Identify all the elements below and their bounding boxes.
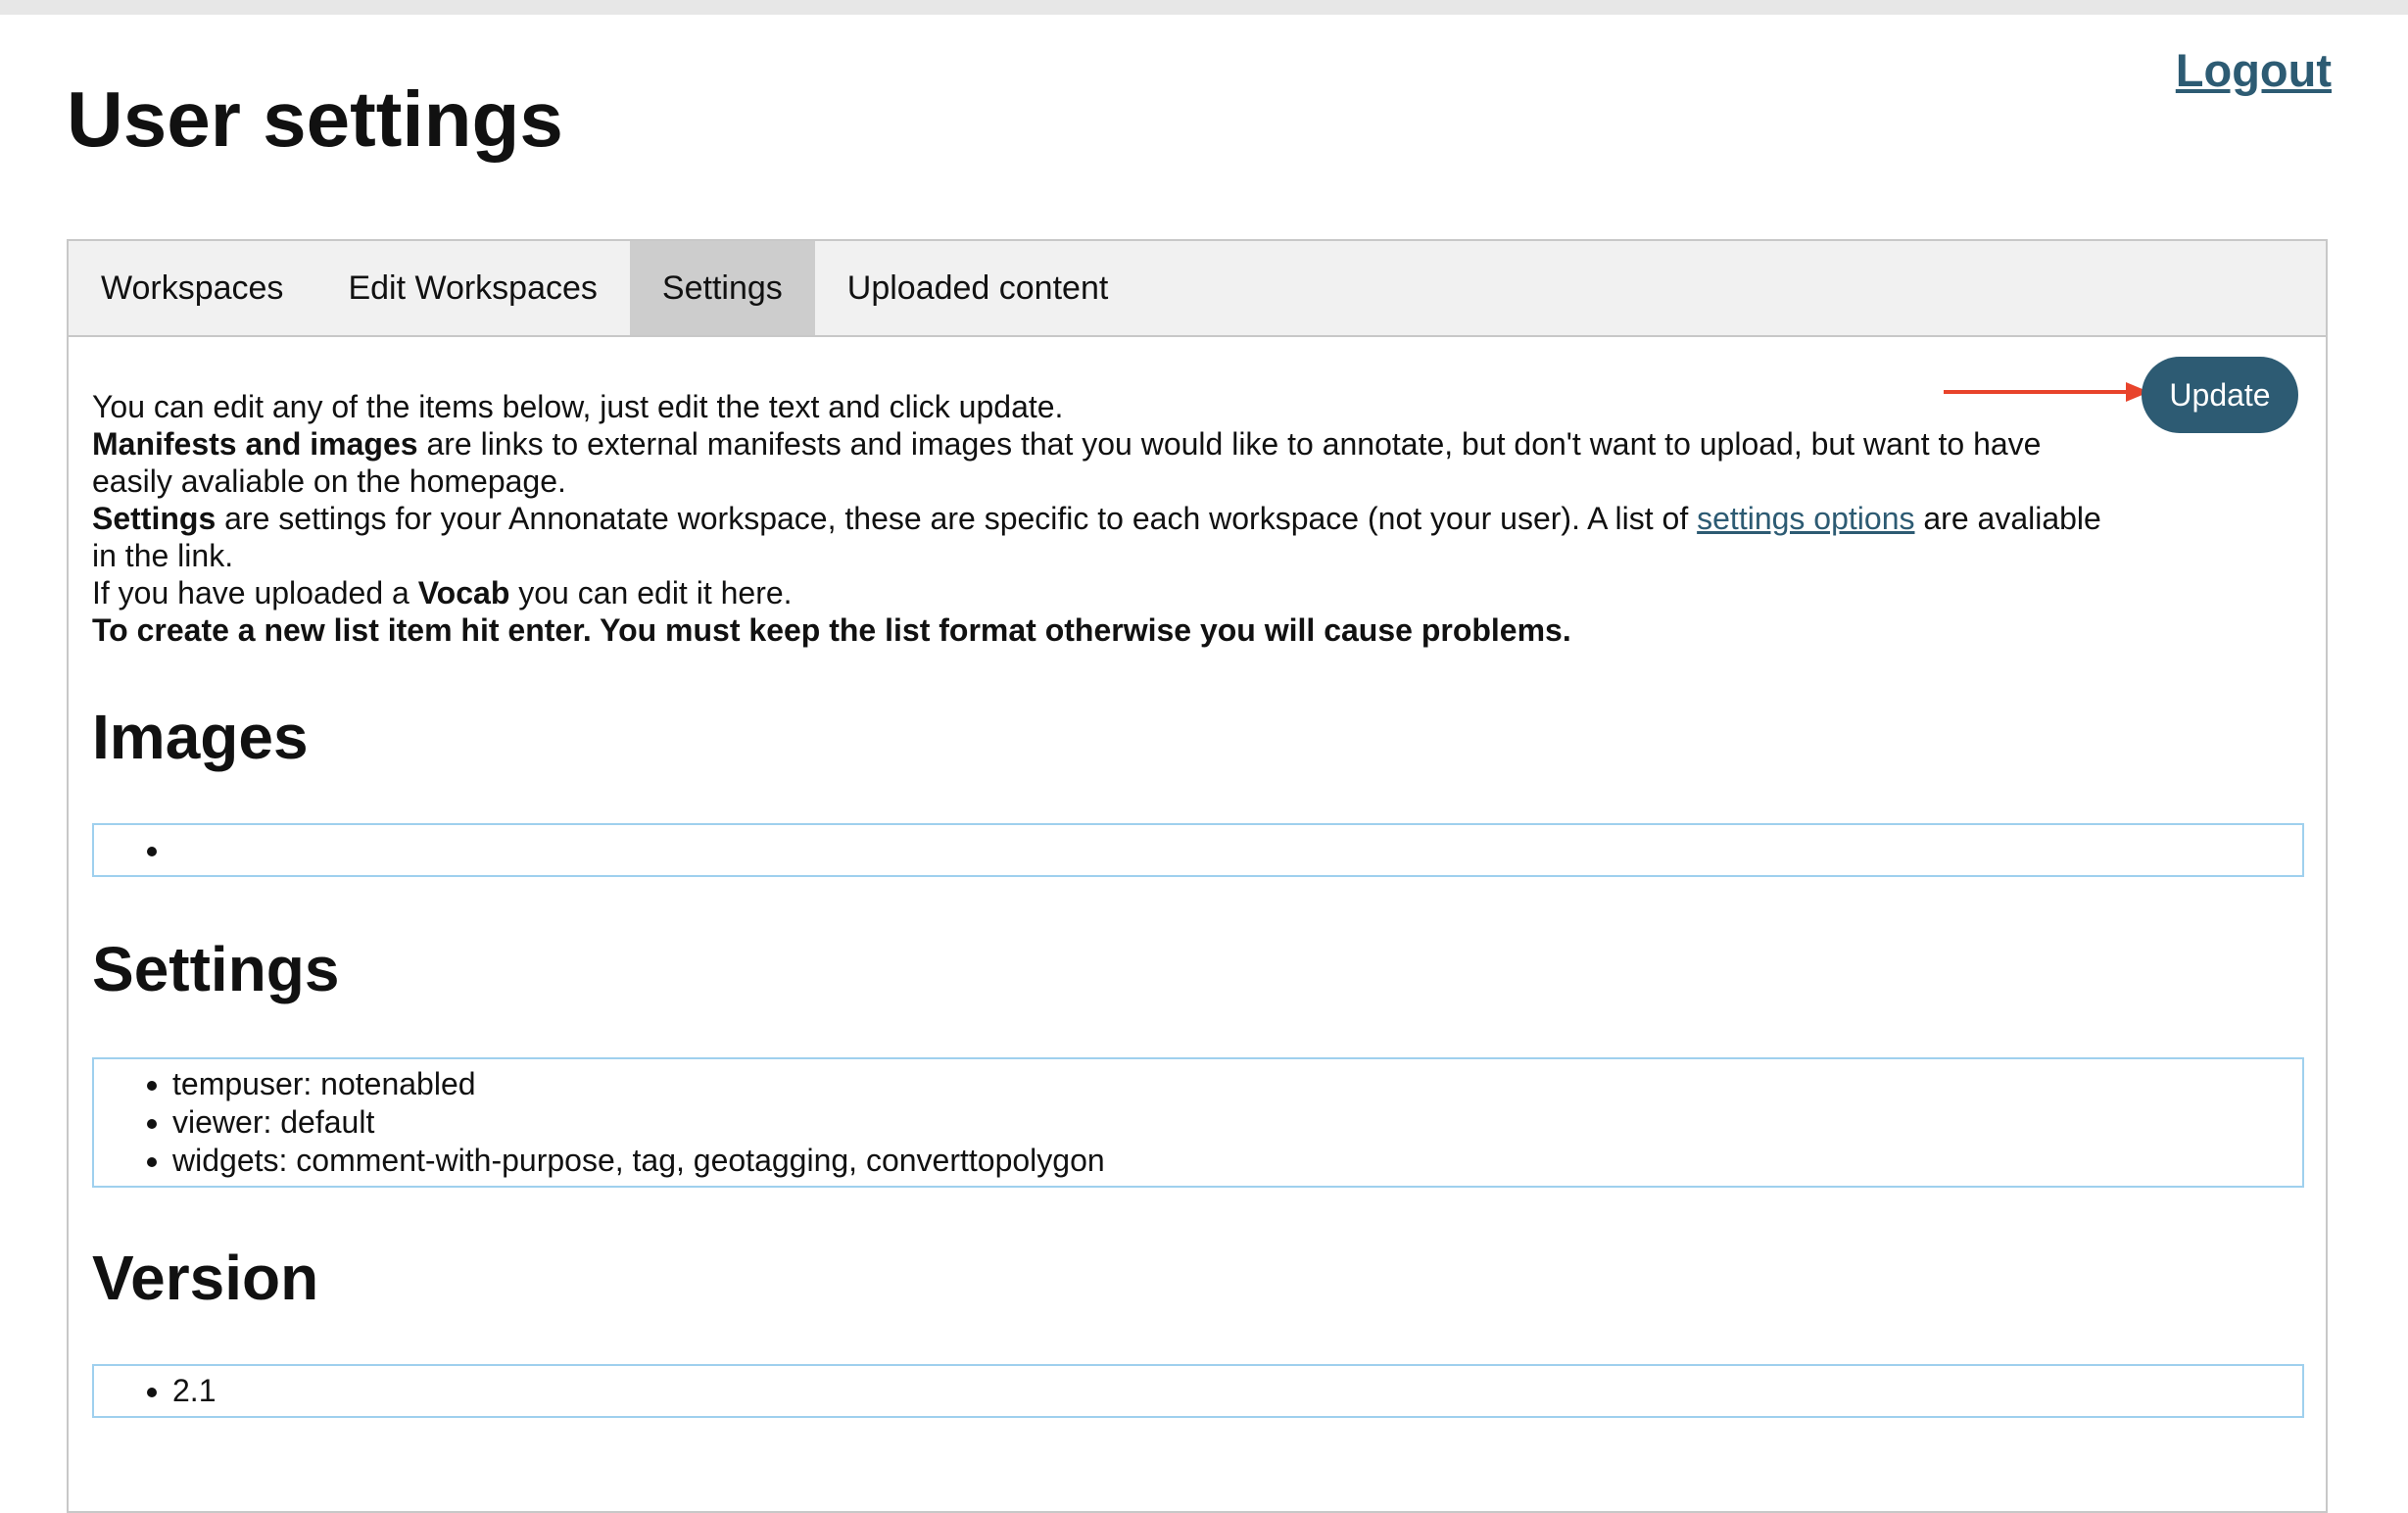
tab-edit-workspaces[interactable]: Edit Workspaces bbox=[315, 241, 629, 335]
logout-link[interactable]: Logout bbox=[2176, 43, 2332, 97]
intro-line: You can edit any of the items below, jus… bbox=[92, 389, 1064, 424]
manifests-label: Manifests and images bbox=[92, 426, 418, 462]
list-item: viewer: default bbox=[172, 1103, 2302, 1142]
list-item bbox=[172, 831, 2302, 869]
tab-bar: Workspaces Edit Workspaces Settings Uplo… bbox=[69, 241, 2326, 337]
list-item: 2.1 bbox=[172, 1372, 2302, 1410]
images-editor[interactable] bbox=[92, 823, 2304, 877]
intro-manifests: Manifests and images are links to extern… bbox=[92, 425, 2120, 500]
settings-content: Update You can edit any of the items bel… bbox=[69, 337, 2326, 1418]
settings-list: tempuser: notenabled viewer: default wid… bbox=[94, 1065, 2302, 1180]
instructions: You can edit any of the items below, jus… bbox=[92, 388, 2120, 649]
settings-text: are settings for your Annonatate workspa… bbox=[216, 501, 1698, 536]
intro-vocab: If you have uploaded a Vocab you can edi… bbox=[92, 574, 2120, 611]
images-list bbox=[94, 831, 2302, 869]
tab-settings[interactable]: Settings bbox=[629, 241, 815, 335]
warning-text: To create a new list item hit enter. You… bbox=[92, 612, 1571, 648]
vocab-pre: If you have uploaded a bbox=[92, 575, 418, 610]
vocab-text: you can edit it here. bbox=[509, 575, 793, 610]
settings-editor[interactable]: tempuser: notenabled viewer: default wid… bbox=[92, 1057, 2304, 1188]
images-heading: Images bbox=[92, 702, 309, 772]
page-title: User settings bbox=[67, 75, 563, 163]
version-list: 2.1 bbox=[94, 1372, 2302, 1410]
intro-settings: Settings are settings for your Annonatat… bbox=[92, 500, 2120, 574]
settings-panel: Workspaces Edit Workspaces Settings Uplo… bbox=[67, 239, 2328, 1513]
tab-uploaded-content[interactable]: Uploaded content bbox=[815, 241, 1141, 335]
vocab-label: Vocab bbox=[417, 575, 510, 610]
arrow-right-icon bbox=[1944, 382, 2149, 402]
list-item: widgets: comment-with-purpose, tag, geot… bbox=[172, 1142, 2302, 1180]
tab-workspaces[interactable]: Workspaces bbox=[69, 241, 315, 335]
settings-options-link[interactable]: settings options bbox=[1697, 501, 1914, 536]
browser-top-strip bbox=[0, 0, 2408, 15]
version-editor[interactable]: 2.1 bbox=[92, 1364, 2304, 1418]
intro-warning: To create a new list item hit enter. You… bbox=[92, 611, 2120, 649]
version-heading: Version bbox=[92, 1243, 319, 1313]
settings-label: Settings bbox=[92, 501, 217, 536]
list-item: tempuser: notenabled bbox=[172, 1065, 2302, 1103]
settings-heading: Settings bbox=[92, 934, 340, 1004]
update-button[interactable]: Update bbox=[2142, 357, 2298, 433]
